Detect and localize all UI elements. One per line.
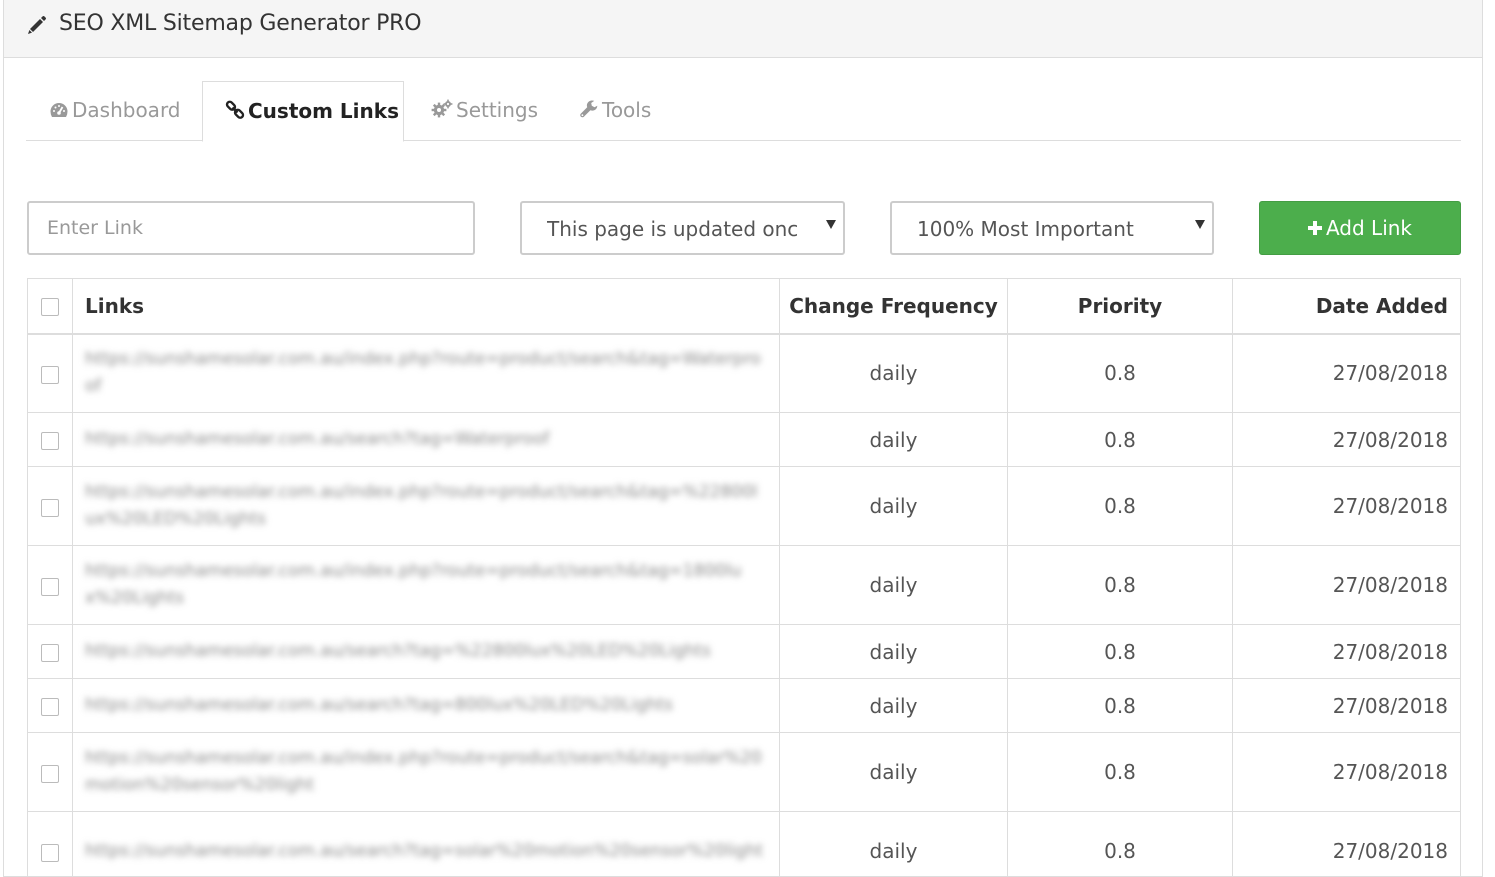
priority-cell: 0.8 — [1007, 333, 1233, 413]
link-cell: https://sunshamesolar.com.au/index.php?r… — [72, 466, 780, 546]
table-row: https://sunshamesolar.com.au/search?tag=… — [27, 678, 1461, 733]
frequency-cell: daily — [779, 678, 1008, 733]
tab-dashboard[interactable]: Dashboard — [49, 81, 181, 141]
row-check-cell — [27, 333, 73, 413]
select-all-checkbox[interactable] — [41, 298, 59, 317]
table-row: https://sunshamesolar.com.au/index.php?r… — [27, 466, 1461, 546]
link-cell: https://sunshamesolar.com.au/search?tag=… — [72, 811, 780, 877]
wrench-icon — [580, 100, 598, 118]
date-cell: 27/08/2018 — [1232, 333, 1461, 413]
link-url[interactable]: https://sunshamesolar.com.au/index.php?r… — [85, 558, 767, 612]
link-url[interactable]: https://sunshamesolar.com.au/index.php?r… — [85, 479, 767, 533]
row-checkbox[interactable] — [41, 498, 59, 517]
frequency-cell: daily — [779, 545, 1008, 625]
link-url[interactable]: https://sunshamesolar.com.au/search?tag=… — [85, 638, 767, 665]
tab-tools-label: Tools — [602, 98, 652, 122]
frequency-cell: daily — [779, 811, 1008, 877]
priority-cell: 0.8 — [1007, 732, 1233, 812]
row-check-cell — [27, 678, 73, 733]
table-row: https://sunshamesolar.com.au/index.php?r… — [27, 545, 1461, 625]
link-cell: https://sunshamesolar.com.au/index.php?r… — [72, 732, 780, 812]
table-header-row: Links Change Frequency Priority Date Add… — [27, 278, 1461, 335]
add-link-button-label: Add Link — [1325, 216, 1413, 240]
frequency-cell: daily — [779, 466, 1008, 546]
link-url[interactable]: https://sunshamesolar.com.au/search?tag=… — [85, 838, 767, 865]
link-icon — [225, 100, 245, 119]
row-checkbox[interactable] — [41, 365, 59, 384]
row-check-cell — [27, 624, 73, 679]
frequency-cell: daily — [779, 333, 1008, 413]
link-url[interactable]: https://sunshamesolar.com.au/index.php?r… — [85, 346, 767, 400]
row-checkbox[interactable] — [41, 698, 59, 716]
date-cell: 27/08/2018 — [1232, 466, 1461, 546]
row-checkbox[interactable] — [41, 764, 59, 783]
table-row: https://sunshamesolar.com.au/search?tag=… — [27, 412, 1461, 467]
pencil-icon — [28, 16, 46, 34]
select-all-cell — [27, 278, 73, 335]
tab-custom-links-label: Custom Links — [248, 99, 399, 123]
table-row: https://sunshamesolar.com.au/index.php?r… — [27, 333, 1461, 413]
priority-cell: 0.8 — [1007, 466, 1233, 546]
frequency-cell: daily — [779, 412, 1008, 467]
sitemap-panel: SEO XML Sitemap Generator PRO Dashboard … — [3, 0, 1483, 877]
page-title: SEO XML Sitemap Generator PRO — [59, 11, 422, 36]
date-cell: 27/08/2018 — [1232, 624, 1461, 679]
row-check-cell — [27, 545, 73, 625]
priority-cell: 0.8 — [1007, 811, 1233, 877]
add-link-button[interactable]: Add Link — [1259, 201, 1461, 255]
table-row: https://sunshamesolar.com.au/index.php?r… — [27, 732, 1461, 812]
link-url[interactable]: https://sunshamesolar.com.au/search?tag=… — [85, 692, 767, 719]
date-cell: 27/08/2018 — [1232, 545, 1461, 625]
column-header-date-added[interactable]: Date Added — [1232, 278, 1461, 335]
chevron-down-icon — [1195, 220, 1205, 229]
panel-heading: SEO XML Sitemap Generator PRO — [4, 0, 1482, 58]
link-cell: https://sunshamesolar.com.au/search?tag=… — [72, 624, 780, 679]
date-cell: 27/08/2018 — [1232, 811, 1461, 877]
date-cell: 27/08/2018 — [1232, 732, 1461, 812]
frequency-select-value: This page is updated once in a day — [547, 217, 799, 241]
chevron-down-icon — [826, 220, 836, 229]
table-row: https://sunshamesolar.com.au/search?tag=… — [27, 624, 1461, 679]
row-checkbox[interactable] — [41, 843, 59, 862]
column-header-links[interactable]: Links — [72, 278, 780, 335]
column-header-priority[interactable]: Priority — [1007, 278, 1233, 335]
table-row: https://sunshamesolar.com.au/search?tag=… — [27, 811, 1461, 877]
priority-cell: 0.8 — [1007, 678, 1233, 733]
priority-cell: 0.8 — [1007, 412, 1233, 467]
priority-cell: 0.8 — [1007, 545, 1233, 625]
priority-select-value: 100% Most Important — [917, 217, 1134, 241]
tab-settings[interactable]: Settings — [431, 81, 538, 141]
gears-icon — [431, 99, 453, 118]
priority-cell: 0.8 — [1007, 624, 1233, 679]
column-header-frequency[interactable]: Change Frequency — [779, 278, 1008, 335]
frequency-cell: daily — [779, 624, 1008, 679]
date-cell: 27/08/2018 — [1232, 412, 1461, 467]
link-input[interactable] — [27, 201, 475, 255]
date-cell: 27/08/2018 — [1232, 678, 1461, 733]
tab-bar: Dashboard Custom Links Settings Tools — [26, 81, 1461, 142]
tab-settings-label: Settings — [456, 98, 539, 122]
row-check-cell — [27, 412, 73, 467]
row-check-cell — [27, 466, 73, 546]
row-check-cell — [27, 732, 73, 812]
row-checkbox[interactable] — [41, 577, 59, 596]
link-cell: https://sunshamesolar.com.au/index.php?r… — [72, 333, 780, 413]
link-cell: https://sunshamesolar.com.au/index.php?r… — [72, 545, 780, 625]
tab-tools[interactable]: Tools — [579, 81, 651, 141]
tab-dashboard-label: Dashboard — [72, 98, 181, 122]
link-cell: https://sunshamesolar.com.au/search?tag=… — [72, 412, 780, 467]
tab-custom-links[interactable]: Custom Links — [202, 81, 404, 142]
row-checkbox[interactable] — [41, 432, 59, 450]
frequency-cell: daily — [779, 732, 1008, 812]
priority-select[interactable]: 100% Most Important — [890, 201, 1214, 255]
row-checkbox[interactable] — [41, 644, 59, 662]
link-url[interactable]: https://sunshamesolar.com.au/index.php?r… — [85, 745, 767, 799]
link-cell: https://sunshamesolar.com.au/search?tag=… — [72, 678, 780, 733]
frequency-select[interactable]: This page is updated once in a day — [520, 201, 845, 255]
link-url[interactable]: https://sunshamesolar.com.au/search?tag=… — [85, 426, 767, 453]
row-check-cell — [27, 811, 73, 877]
links-table: Links Change Frequency Priority Date Add… — [27, 278, 1461, 877]
plus-icon — [1307, 221, 1322, 235]
dashboard-icon — [50, 103, 68, 117]
